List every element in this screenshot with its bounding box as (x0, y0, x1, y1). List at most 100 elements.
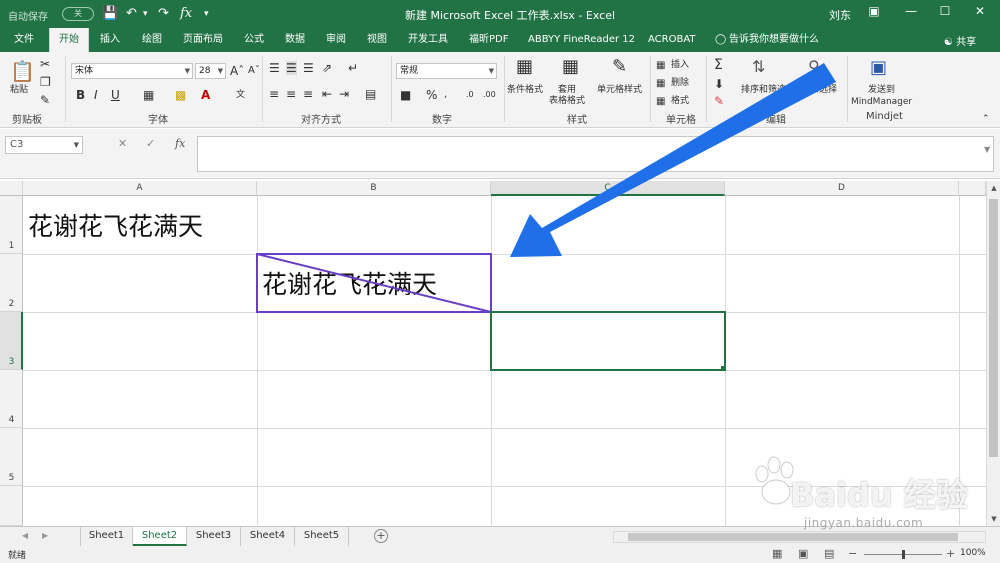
mindmanager-icon[interactable]: ▣ (870, 57, 887, 79)
format-painter-icon[interactable]: ✎ (40, 93, 50, 107)
tab-page-layout[interactable]: 页面布局 (183, 28, 223, 52)
sheet-tab-sheet4[interactable]: Sheet4 (241, 527, 295, 546)
align-center-icon[interactable]: ≡ (286, 87, 296, 101)
find-select-icon[interactable]: ⚲ (808, 57, 820, 77)
scroll-sheets-left-icon[interactable]: ◀ (22, 531, 28, 540)
undo-dropdown-icon[interactable]: ▾ (143, 5, 148, 23)
fill-color-icon[interactable]: ▩ (175, 88, 186, 102)
wrap-text-icon[interactable]: ↵ (348, 61, 358, 75)
italic-icon[interactable]: I (94, 88, 98, 102)
increase-decimal-icon[interactable]: .0 (466, 88, 474, 102)
number-format-combo[interactable]: 常规 ▼ (396, 63, 497, 79)
borders-icon[interactable]: ▦ (143, 88, 154, 102)
customize-qat-icon[interactable]: ▾ (204, 5, 209, 23)
format-as-table-icon[interactable]: ▦ (562, 57, 579, 77)
sheet-tab-sheet1[interactable]: Sheet1 (80, 527, 133, 546)
copy-icon[interactable]: ❐ (40, 75, 51, 89)
ribbon-display-options-icon[interactable]: ▣ (864, 4, 884, 18)
font-name-combo[interactable]: 宋体 ▼ (71, 63, 193, 79)
cancel-entry-icon[interactable]: ✕ (118, 137, 127, 150)
insert-cells-button[interactable]: 插入 (671, 60, 689, 71)
sort-filter-button[interactable]: 排序和筛选 (741, 85, 786, 96)
bold-icon[interactable]: B (76, 88, 85, 102)
format-cells-icon[interactable]: ▦ (656, 95, 665, 109)
orientation-icon[interactable]: ⇗ (322, 61, 332, 75)
font-color-icon[interactable]: A (201, 88, 210, 102)
tab-abbyy[interactable]: ABBYY FineReader 12 (528, 28, 635, 52)
format-as-table-button[interactable]: 套用 表格格式 (549, 85, 585, 107)
vertical-scroll-thumb[interactable] (989, 199, 998, 457)
scroll-up-icon[interactable]: ▲ (987, 184, 1000, 192)
tab-draw[interactable]: 绘图 (142, 28, 162, 52)
share-button[interactable]: ☯ 共享 (944, 33, 976, 48)
decrease-font-icon[interactable]: Aˇ (248, 64, 260, 78)
minimize-icon[interactable]: — (901, 4, 921, 18)
close-icon[interactable]: ✕ (970, 4, 990, 18)
tab-developer[interactable]: 开发工具 (408, 28, 448, 52)
percent-style-icon[interactable]: % (426, 88, 437, 102)
merge-center-icon[interactable]: ▤ (365, 87, 376, 101)
align-middle-icon[interactable]: ☰ (286, 61, 297, 75)
page-layout-view-icon[interactable]: ▣ (798, 547, 808, 560)
mindmanager-label[interactable]: MindManager (851, 97, 912, 108)
vertical-scrollbar[interactable]: ▲ ▼ (986, 181, 1000, 526)
confirm-entry-icon[interactable]: ✓ (146, 137, 155, 150)
format-cells-button[interactable]: 格式 (671, 96, 689, 107)
user-name[interactable]: 刘东 (829, 7, 851, 23)
sheet-tab-sheet2[interactable]: Sheet2 (133, 527, 187, 546)
delete-cells-icon[interactable]: ▦ (656, 77, 665, 91)
decrease-indent-icon[interactable]: ⇤ (322, 87, 332, 101)
currency-format-icon[interactable]: ■ (400, 88, 411, 102)
insert-function-button[interactable]: fx (175, 137, 185, 150)
send-to-label[interactable]: 发送到 (868, 85, 895, 96)
save-icon[interactable]: 💾 (102, 5, 118, 23)
name-box[interactable]: C3 ▼ (5, 136, 83, 154)
increase-indent-icon[interactable]: ⇥ (339, 87, 349, 101)
zoom-level[interactable]: 100% (960, 548, 986, 558)
phonetic-icon[interactable]: 文 (236, 88, 245, 102)
paste-icon[interactable]: 📋 (10, 60, 35, 82)
cell-styles-button[interactable]: 单元格样式 (597, 85, 642, 96)
paste-label[interactable]: 粘贴 (10, 85, 28, 96)
zoom-in-icon[interactable]: + (946, 547, 955, 560)
tab-file[interactable]: 文件 (14, 28, 34, 52)
sort-filter-icon[interactable]: ⇅ (752, 57, 765, 77)
tab-formulas[interactable]: 公式 (244, 28, 264, 52)
underline-icon[interactable]: U (111, 88, 120, 102)
collapse-ribbon-icon[interactable]: ⌃ (982, 112, 990, 126)
zoom-out-icon[interactable]: − (848, 547, 857, 560)
comma-style-icon[interactable]: , (444, 88, 447, 102)
font-size-combo[interactable]: 28 ▼ (195, 63, 226, 79)
fill-icon[interactable]: ⬇ (714, 77, 724, 91)
autosave-toggle[interactable]: 关 (62, 7, 94, 21)
tab-data[interactable]: 数据 (285, 28, 305, 52)
align-top-icon[interactable]: ☰ (269, 61, 280, 75)
insert-cells-icon[interactable]: ▦ (656, 59, 665, 73)
formula-input[interactable] (197, 136, 994, 172)
tab-view[interactable]: 视图 (367, 28, 387, 52)
conditional-format-icon[interactable]: ▦ (516, 57, 533, 77)
tell-me-search[interactable]: 告诉我你想要做什么 (729, 28, 819, 52)
decrease-decimal-icon[interactable]: .00 (483, 88, 496, 102)
clear-icon[interactable]: ✎ (714, 94, 724, 108)
tab-insert[interactable]: 插入 (100, 28, 120, 52)
increase-font-icon[interactable]: Aˆ (230, 64, 244, 78)
cut-icon[interactable]: ✂ (40, 57, 50, 71)
sheet-tab-sheet3[interactable]: Sheet3 (187, 527, 241, 546)
autosum-icon[interactable]: Σ (714, 58, 723, 72)
tab-foxit-pdf[interactable]: 福昕PDF (469, 28, 508, 52)
tab-home[interactable]: 开始 (49, 28, 89, 52)
find-select-button[interactable]: 查找和选择 (792, 85, 837, 96)
conditional-format-button[interactable]: 条件格式 (507, 85, 543, 96)
scroll-sheets-right-icon[interactable]: ▶ (42, 531, 48, 540)
normal-view-icon[interactable]: ▦ (772, 547, 782, 560)
add-sheet-icon[interactable]: + (374, 529, 388, 543)
tab-review[interactable]: 审阅 (326, 28, 346, 52)
fill-handle[interactable] (721, 366, 726, 371)
align-right-icon[interactable]: ≡ (303, 87, 313, 101)
insert-function-icon[interactable]: fx (180, 5, 192, 23)
align-left-icon[interactable]: ≡ (269, 87, 279, 101)
page-break-view-icon[interactable]: ▤ (824, 547, 834, 560)
scroll-down-icon[interactable]: ▼ (987, 515, 1000, 523)
undo-icon[interactable]: ↶ (126, 5, 137, 23)
